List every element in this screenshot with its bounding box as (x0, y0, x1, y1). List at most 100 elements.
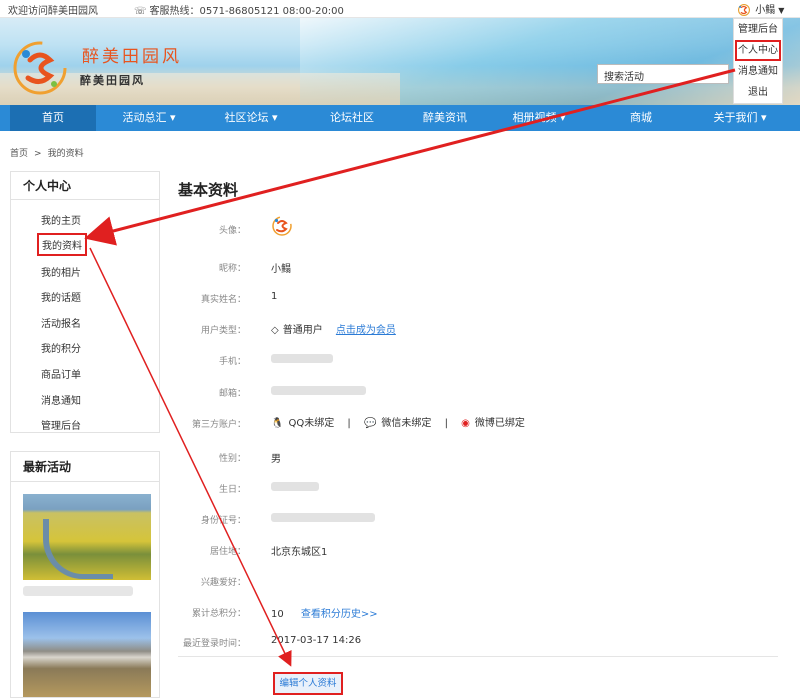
user-menu-trigger[interactable]: 小鳎 ▼ (736, 1, 784, 17)
activity-image-2[interactable] (23, 612, 151, 697)
nav-item-activities[interactable]: 活动总汇 ▾ (100, 105, 198, 131)
dropdown-arrow-icon: ▾ (559, 111, 566, 124)
sidebar-item-my-topics[interactable]: 我的话题 (41, 289, 81, 304)
nickname-value: 小鳎 (271, 264, 291, 275)
search-input[interactable]: 搜索活动 (597, 64, 729, 84)
thirdparty-accounts: 🐧 QQ未绑定 | 💬 微信未绑定 | ◉ 微博已绑定 (271, 414, 525, 429)
nav-label: 关于我们 (713, 111, 758, 124)
become-member-link[interactable]: 点击成为会员 (336, 325, 396, 336)
menu-item-admin[interactable]: 管理后台 (734, 19, 782, 40)
blurred-text (271, 512, 375, 522)
email-label: 邮箱： (218, 389, 246, 399)
phone-icon: ☏ (134, 6, 147, 17)
river-shape (43, 519, 113, 579)
form-divider (178, 656, 778, 657)
sidebar-item-my-photos[interactable]: 我的相片 (41, 264, 81, 279)
hotline: ☏ 客服热线：0571-86805121 08:00-20:00 (134, 2, 344, 17)
avatar[interactable] (271, 215, 293, 237)
weibo-icon: ◉ (461, 418, 470, 429)
realname-value: 1 (271, 291, 278, 302)
chevron-down-icon: ▼ (778, 6, 785, 15)
thirdparty-label: 第三方账户： (191, 420, 246, 430)
breadcrumb-separator: > (34, 149, 42, 159)
weibo-status[interactable]: 微博已绑定 (475, 418, 525, 429)
idcard-label: 身份证号： (200, 516, 246, 526)
edit-profile-button[interactable]: 编辑个人资料 (273, 672, 343, 695)
sidebar-item-admin[interactable]: 管理后台 (41, 417, 81, 432)
divider: | (444, 418, 448, 429)
logo-subtitle: 醉美田园风 (80, 74, 145, 87)
avatar-label: 头像： (218, 226, 246, 236)
sidebar-item-my-home[interactable]: 我的主页 (41, 212, 81, 227)
nav-item-news[interactable]: 醉美资讯 (400, 105, 490, 131)
top-bar: 欢迎访问醉美田园风 ☏ 客服热线：0571-86805121 08:00-20:0… (0, 0, 800, 18)
dropdown-arrow-icon: ▾ (760, 111, 767, 124)
nav-label: 醉美资讯 (423, 111, 467, 124)
points-number: 10 (271, 609, 284, 620)
username: 小鳎 (755, 5, 776, 16)
points-history-link[interactable]: 查看积分历史>> (301, 609, 378, 620)
nickname-label: 昵称： (218, 264, 246, 274)
nav-item-about[interactable]: 关于我们 ▾ (690, 105, 790, 131)
hotline-text: 客服热线：0571-86805121 08:00-20:00 (149, 6, 344, 17)
sidebar-item-activity-signup[interactable]: 活动报名 (41, 315, 81, 330)
main-nav: 首页 活动总汇 ▾ 社区论坛 ▾ 论坛社区 醉美资讯 相册视频 ▾ 商城 关于我… (0, 105, 800, 131)
gender-value: 男 (271, 454, 281, 465)
site-logo[interactable] (10, 38, 70, 98)
wechat-status[interactable]: 微信未绑定 (381, 418, 431, 429)
blurred-text (271, 481, 319, 491)
lastlogin-label: 最近登录时间： (182, 639, 246, 649)
dropdown-arrow-icon: ▾ (169, 111, 176, 124)
lastlogin-value: 2017-03-17 14:26 (271, 635, 362, 646)
hobby-label: 兴趣爱好： (200, 578, 246, 588)
breadcrumb-home[interactable]: 首页 (10, 149, 28, 159)
diamond-icon: ◇ (271, 325, 279, 336)
sidebar: 个人中心 我的主页 我的资料 我的相片 我的话题 活动报名 我的积分 商品订单 … (10, 171, 160, 433)
wechat-icon: 💬 (363, 418, 377, 429)
blurred-text (271, 353, 333, 363)
user-dropdown-menu: 管理后台 个人中心 消息通知 退出 (733, 18, 783, 104)
nav-label: 社区论坛 (224, 111, 269, 124)
nav-label: 商城 (630, 111, 652, 124)
nav-item-shop[interactable]: 商城 (592, 105, 690, 131)
dropdown-arrow-icon: ▾ (271, 111, 278, 124)
latest-activities-title: 最新活动 (11, 452, 159, 482)
logo-title: 醉美田园风 (82, 47, 182, 67)
activity-image-1[interactable] (23, 494, 151, 580)
nav-label: 相册视频 (512, 111, 557, 124)
sidebar-item-my-profile[interactable]: 我的资料 (37, 233, 87, 256)
nav-label: 活动总汇 (122, 111, 167, 124)
latest-activities-panel: 最新活动 (10, 451, 160, 698)
nav-item-community-forum[interactable]: 社区论坛 ▾ (202, 105, 300, 131)
nav-item-forum-community[interactable]: 论坛社区 (304, 105, 400, 131)
sidebar-item-notifications[interactable]: 消息通知 (41, 392, 81, 407)
blurred-text (271, 385, 366, 395)
menu-item-personal-center[interactable]: 个人中心 (735, 40, 781, 61)
nav-label: 论坛社区 (330, 111, 374, 124)
birthday-value-blurred (271, 481, 319, 492)
profile-panel: 基本资料 头像： 昵称： 小鳎 真实姓名： 1 用户类型： ◇ 普通用户 点击成为… (160, 171, 800, 698)
birthday-label: 生日： (218, 485, 246, 495)
email-value-blurred (271, 385, 366, 396)
usertype-text: 普通用户 (282, 325, 323, 336)
user-avatar-icon (738, 4, 750, 16)
menu-item-logout[interactable]: 退出 (734, 82, 782, 103)
usertype-value: ◇ 普通用户 点击成为会员 (271, 321, 396, 336)
sidebar-title: 个人中心 (11, 172, 159, 200)
idcard-value-blurred (271, 512, 375, 523)
qq-status[interactable]: QQ未绑定 (288, 418, 334, 429)
phone-label: 手机： (218, 357, 246, 367)
points-value: 10 查看积分历史>> (271, 605, 378, 620)
nav-item-home[interactable]: 首页 (10, 105, 96, 131)
gender-label: 性别： (218, 454, 246, 464)
sidebar-item-my-points[interactable]: 我的积分 (41, 340, 81, 355)
sidebar-item-orders[interactable]: 商品订单 (41, 366, 81, 381)
welcome-text: 欢迎访问醉美田园风 (8, 6, 98, 17)
activity-caption-blurred (23, 586, 133, 596)
address-value: 北京东城区1 (271, 547, 328, 558)
points-label: 累计总积分： (191, 609, 246, 619)
menu-item-notifications[interactable]: 消息通知 (734, 61, 782, 82)
header-banner: 醉美田园风 醉美田园风 搜索活动 (0, 18, 800, 105)
nav-item-albums-videos[interactable]: 相册视频 ▾ (490, 105, 588, 131)
usertype-label: 用户类型： (200, 326, 246, 336)
